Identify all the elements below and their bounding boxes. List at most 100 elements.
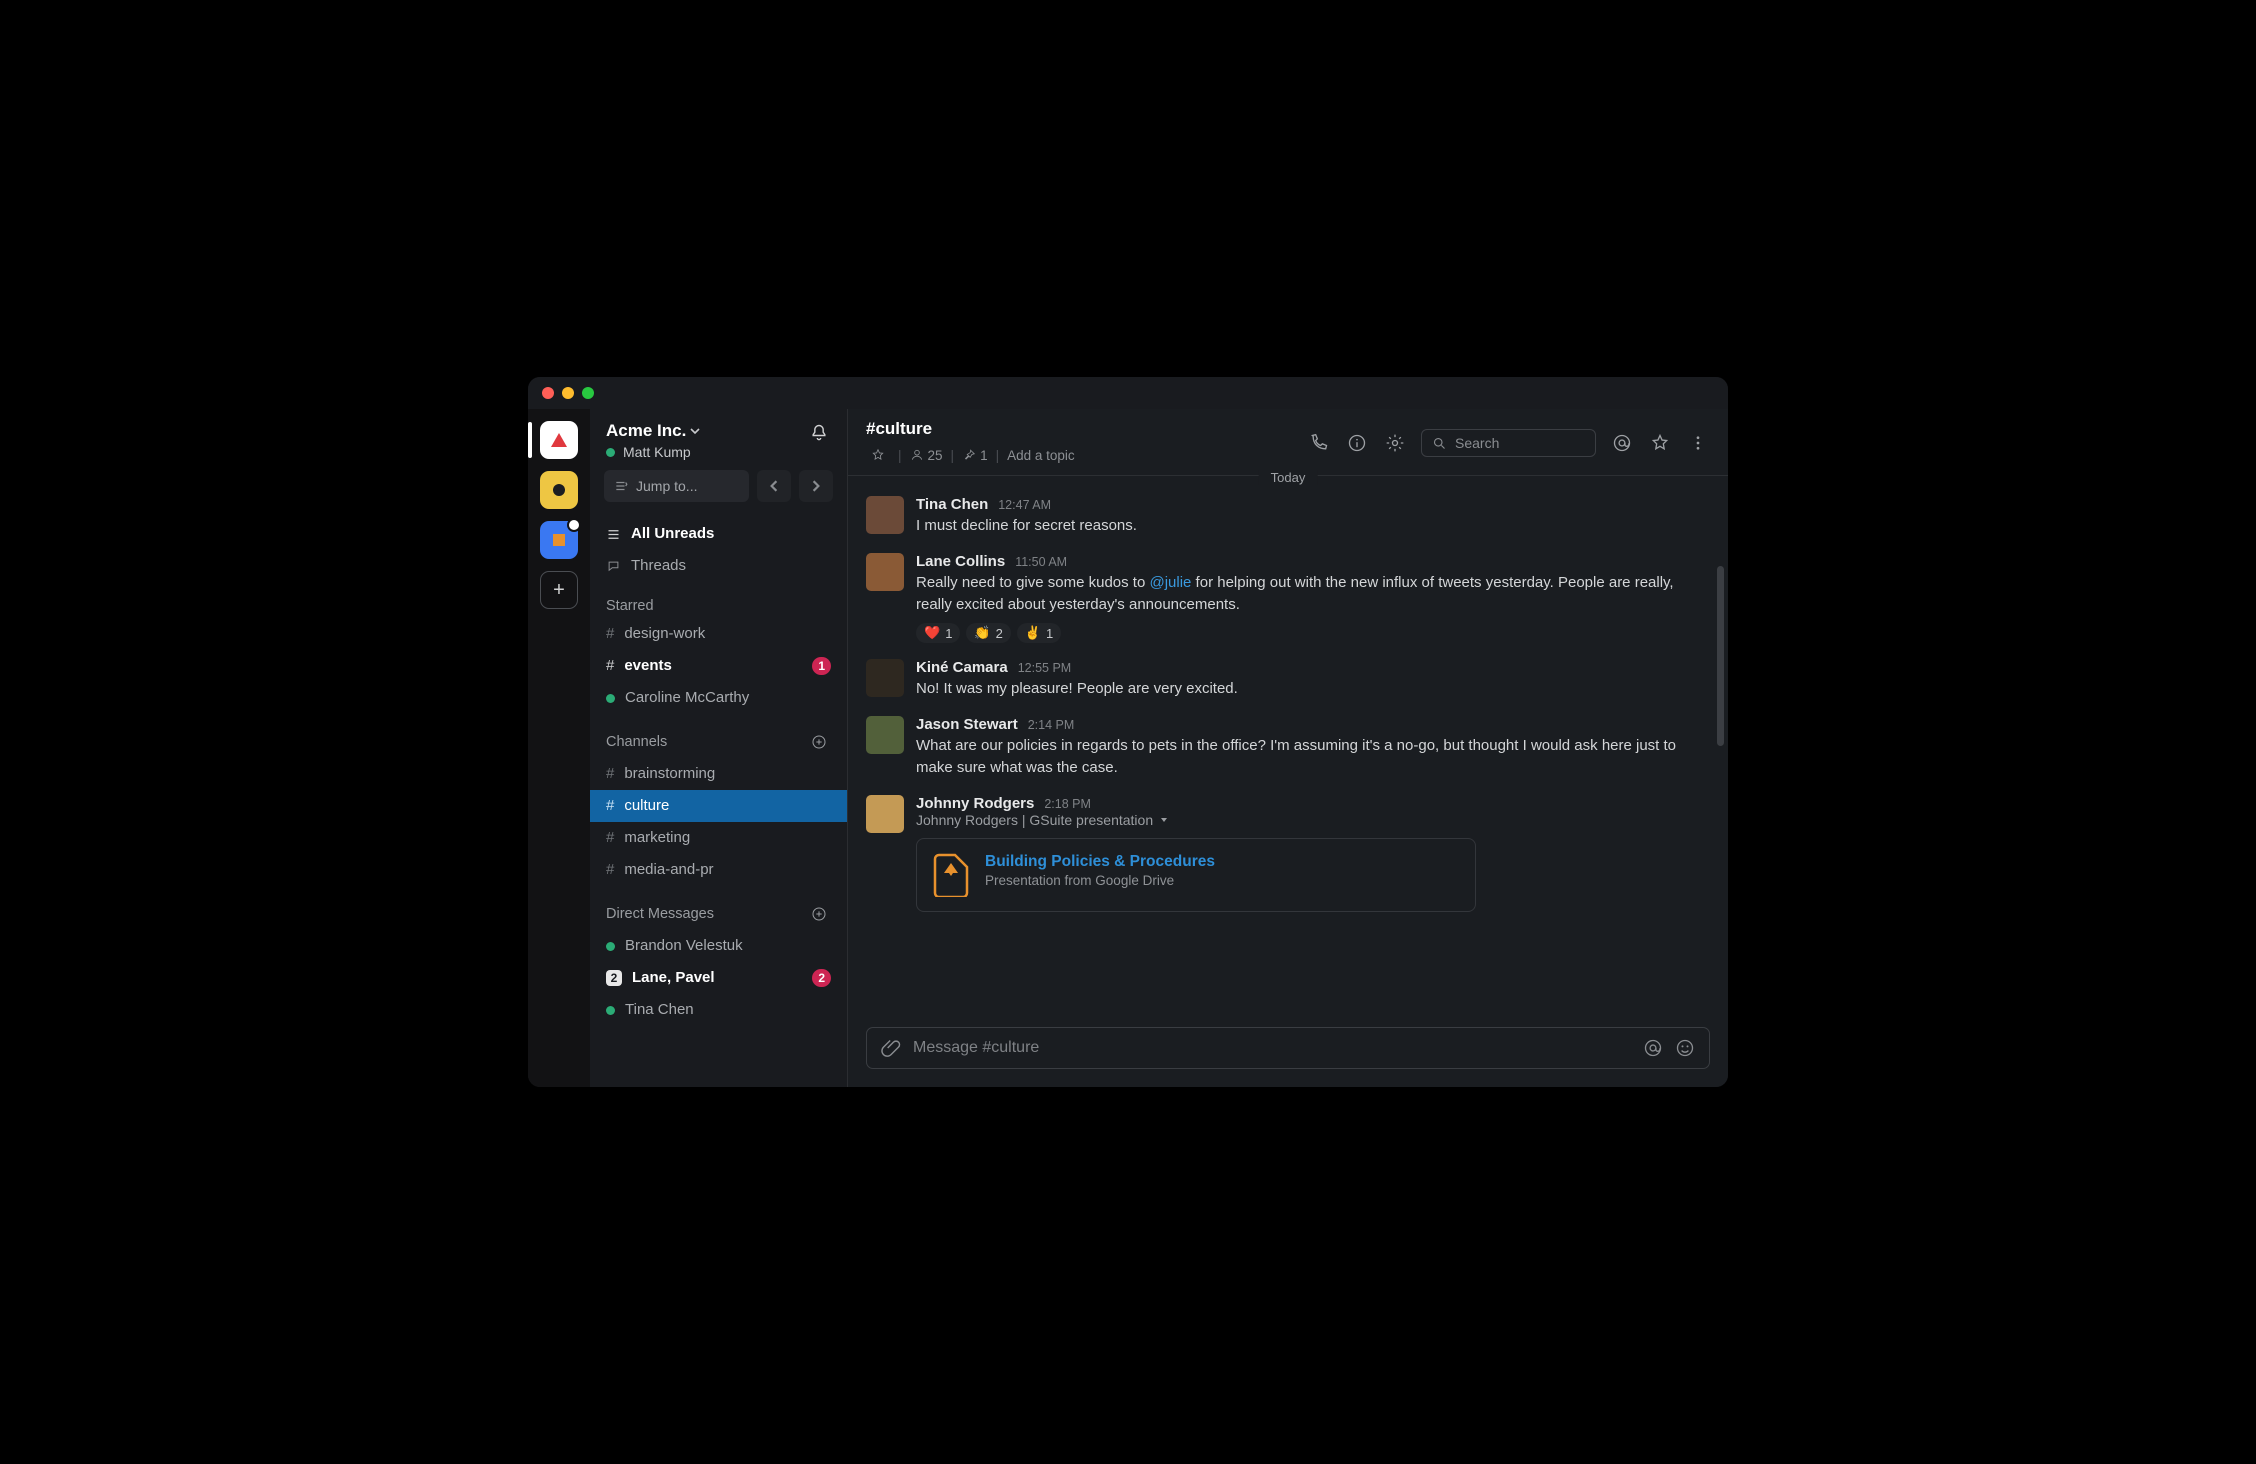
message: Kiné Camara12:55 PM No! It was my pleasu…	[866, 659, 1710, 700]
message-time: 2:18 PM	[1044, 797, 1091, 811]
reaction[interactable]: ❤️ 1	[916, 623, 960, 643]
members-button[interactable]: 25	[910, 448, 943, 463]
starred-events[interactable]: #events1	[590, 650, 847, 682]
search-placeholder: Search	[1455, 435, 1499, 451]
new-dm-button[interactable]	[807, 902, 831, 926]
starred-design-work[interactable]: # design-work	[590, 618, 847, 650]
more-actions-button[interactable]	[1686, 431, 1710, 455]
attachment-card[interactable]: Building Policies & Procedures Presentat…	[916, 838, 1476, 912]
channel-culture[interactable]: #culture	[590, 790, 847, 822]
message-author[interactable]: Johnny Rodgers	[916, 795, 1034, 812]
history-back-button[interactable]	[757, 470, 791, 502]
attachment-subtitle: Presentation from Google Drive	[985, 873, 1215, 888]
circle-icon	[553, 484, 565, 496]
workspace-rail: +	[528, 409, 590, 1087]
hash-icon: #	[606, 622, 614, 646]
channel-media-and-pr[interactable]: #media-and-pr	[590, 854, 847, 886]
window-zoom-button[interactable]	[582, 387, 594, 399]
workspace-switcher[interactable]: Acme Inc.	[606, 421, 700, 441]
hash-icon: #	[606, 826, 614, 850]
bell-icon	[809, 423, 829, 443]
pin-icon	[962, 448, 976, 462]
section-channels: Channels	[590, 714, 847, 758]
star-channel-button[interactable]	[866, 443, 890, 467]
pins-button[interactable]: 1	[962, 448, 988, 463]
dm-tina[interactable]: Tina Chen	[590, 994, 847, 1026]
channel-settings-button[interactable]	[1383, 431, 1407, 455]
channel-label: design-work	[624, 622, 705, 646]
workspace-tile-2[interactable]	[540, 471, 578, 509]
reactions: ❤️ 1 👏2 ✌️1	[916, 623, 1710, 643]
gear-icon	[1385, 433, 1405, 453]
current-user[interactable]: Matt Kump	[606, 444, 700, 460]
avatar[interactable]	[866, 795, 904, 833]
avatar[interactable]	[866, 659, 904, 697]
channel-marketing[interactable]: # marketing	[590, 822, 847, 854]
presence-dot-icon	[606, 448, 615, 457]
caret-down-icon	[1159, 815, 1169, 825]
member-count: 25	[928, 448, 943, 463]
dm-brandon[interactable]: Brandon Velestuk	[590, 930, 847, 962]
add-channel-button[interactable]	[807, 730, 831, 754]
search-input[interactable]: Search	[1421, 429, 1596, 457]
nav-all-unreads[interactable]: All Unreads	[590, 518, 847, 550]
triangle-icon	[551, 433, 567, 447]
nav-threads[interactable]: Threads	[590, 550, 847, 582]
info-icon	[1347, 433, 1367, 453]
reaction[interactable]: 👏2	[966, 623, 1010, 643]
section-starred-label: Starred	[606, 598, 654, 614]
jump-to-input[interactable]: Jump to...	[604, 470, 749, 502]
group-dm-count: 2	[606, 970, 622, 986]
section-dms: Direct Messages	[590, 886, 847, 930]
history-forward-button[interactable]	[799, 470, 833, 502]
window-close-button[interactable]	[542, 387, 554, 399]
dm-lane-pavel[interactable]: 2Lane, Pavel2	[590, 962, 847, 994]
mentions-button[interactable]	[1610, 431, 1634, 455]
emoji-icon[interactable]	[1675, 1038, 1695, 1058]
notifications-button[interactable]	[807, 421, 831, 445]
nav-all-unreads-label: All Unreads	[631, 522, 714, 546]
at-icon[interactable]	[1643, 1038, 1663, 1058]
call-button[interactable]	[1307, 431, 1331, 455]
starred-caroline[interactable]: Caroline McCarthy	[590, 682, 847, 714]
message-author[interactable]: Tina Chen	[916, 496, 988, 513]
workspace-tile-3[interactable]	[540, 521, 578, 559]
message-author[interactable]: Jason Stewart	[916, 716, 1018, 733]
starred-items-button[interactable]	[1648, 431, 1672, 455]
workspace-name: Acme Inc.	[606, 421, 686, 441]
window-minimize-button[interactable]	[562, 387, 574, 399]
workspace-tile-acme[interactable]	[540, 421, 578, 459]
reaction-emoji: ❤️	[924, 625, 940, 641]
avatar[interactable]	[866, 496, 904, 534]
presence-dot-icon	[606, 694, 615, 703]
google-slides-icon	[933, 853, 969, 897]
message-list[interactable]: Tina Chen12:47 AM I must decline for sec…	[848, 476, 1728, 1027]
message-input[interactable]: Message #culture	[866, 1027, 1710, 1069]
workspace-add-button[interactable]: +	[540, 571, 578, 609]
plus-circle-icon	[811, 906, 827, 922]
reaction[interactable]: ✌️1	[1017, 623, 1061, 643]
avatar[interactable]	[866, 716, 904, 754]
channel-title[interactable]: #culture	[866, 419, 1075, 439]
scrollbar-thumb[interactable]	[1717, 566, 1724, 746]
user-mention[interactable]: @julie	[1149, 574, 1191, 591]
avatar[interactable]	[866, 553, 904, 591]
members-icon	[910, 448, 924, 462]
channel-brainstorming[interactable]: #brainstorming	[590, 758, 847, 790]
reaction-count: 1	[945, 626, 952, 641]
square-icon	[553, 534, 565, 546]
channel-topic[interactable]: Add a topic	[1007, 448, 1075, 463]
message-author[interactable]: Kiné Camara	[916, 659, 1008, 676]
unread-badge: 1	[812, 657, 831, 675]
message: Jason Stewart2:14 PM What are our polici…	[866, 716, 1710, 779]
nav-threads-label: Threads	[631, 554, 686, 578]
channel-label: marketing	[624, 826, 690, 850]
section-starred: Starred	[590, 582, 847, 618]
channel-info-button[interactable]	[1345, 431, 1369, 455]
message-time: 2:14 PM	[1028, 718, 1075, 732]
reaction-count: 1	[1046, 626, 1053, 641]
attachment-source[interactable]: Johnny Rodgers | GSuite presentation	[916, 812, 1710, 828]
message-author[interactable]: Lane Collins	[916, 553, 1005, 570]
paperclip-icon[interactable]	[881, 1038, 901, 1058]
chevron-left-icon	[768, 480, 780, 492]
